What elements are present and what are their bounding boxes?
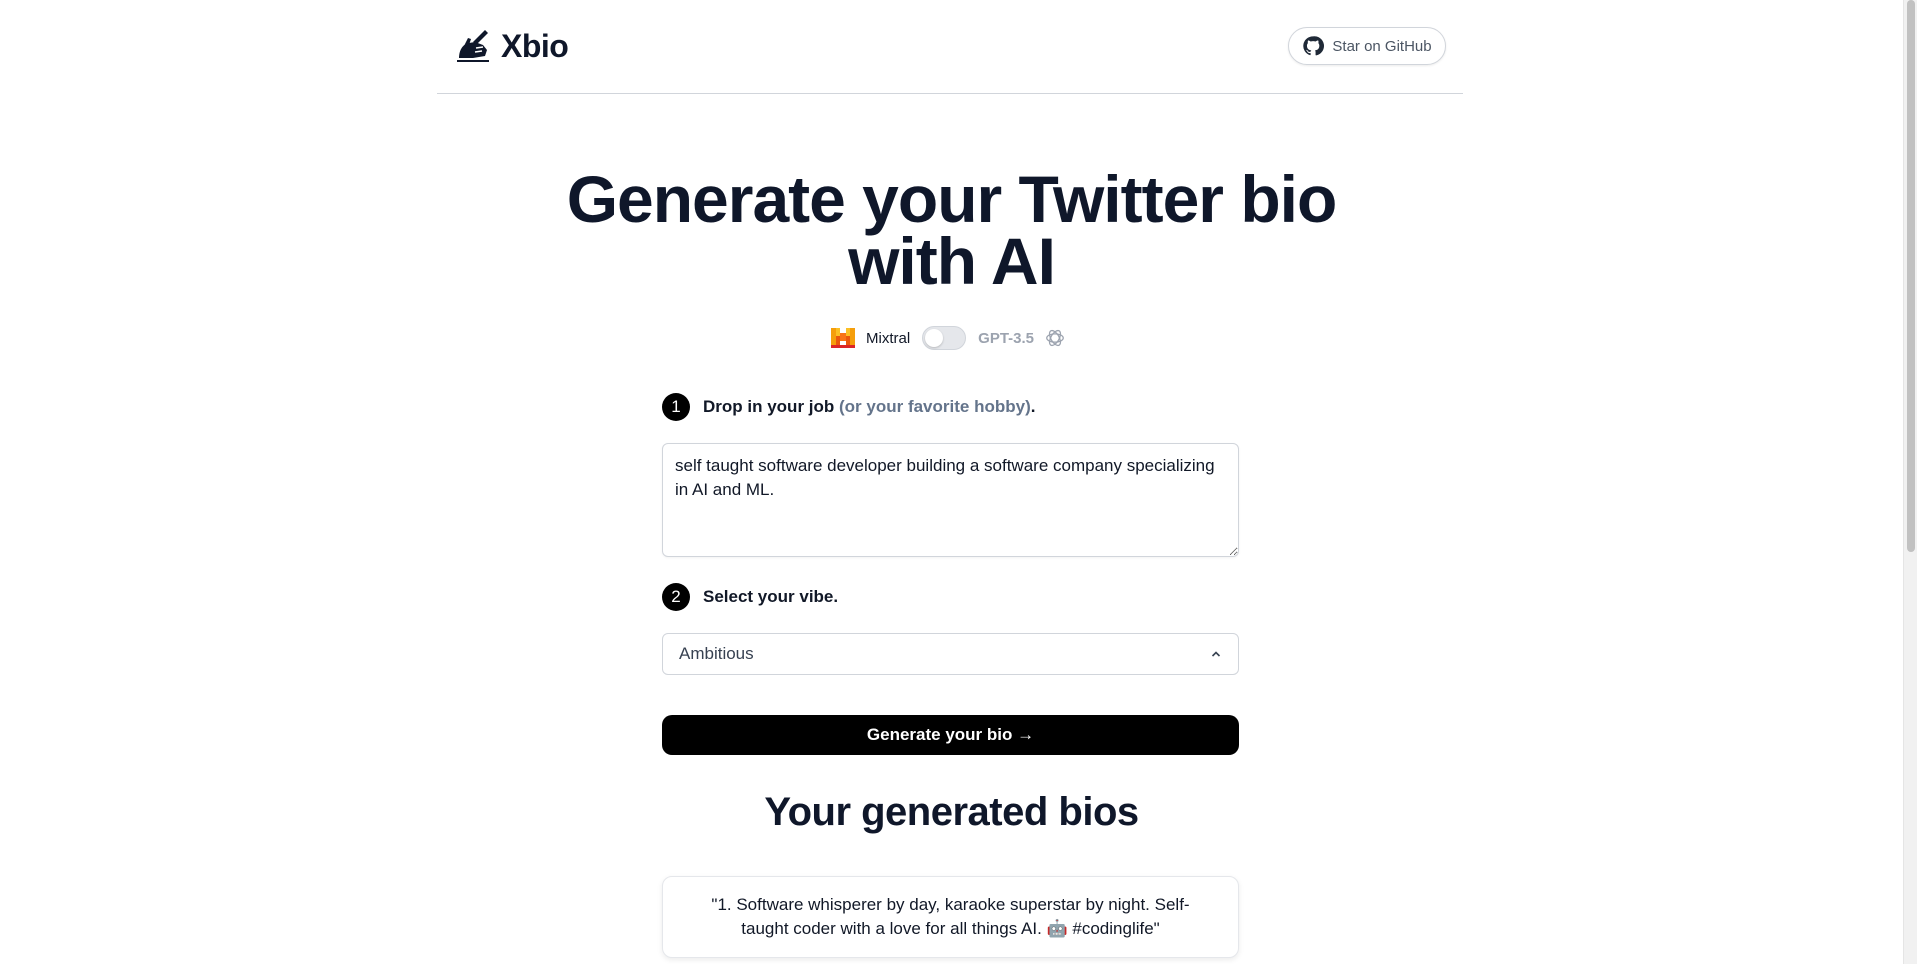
github-icon <box>1303 36 1325 56</box>
vibe-selected-value: Ambitious <box>679 644 754 663</box>
gpt-label: GPT-3.5 <box>978 329 1035 347</box>
mixtral-label: Mixtral <box>866 329 911 347</box>
step-1: 1 Drop in your job (or your favorite hob… <box>662 393 1035 421</box>
title-line-2: with AI <box>848 224 1056 298</box>
step-2-label: Select your vibe. <box>703 587 839 606</box>
model-switch: Mixtral GPT-3.5 <box>830 323 1066 353</box>
site-header: Xbio Star on GitHub <box>437 0 1463 94</box>
chevron-up-icon <box>1211 651 1221 657</box>
vibe-dropdown[interactable]: Ambitious <box>662 633 1239 675</box>
app-name: Xbio <box>501 27 569 64</box>
mixtral-logo-icon <box>831 328 855 348</box>
scrollbar[interactable] <box>1903 0 1917 964</box>
star-on-github-button[interactable]: Star on GitHub <box>1288 27 1446 65</box>
page-title: Generate your Twitter bio with AI <box>0 166 1903 294</box>
generate-bio-button[interactable]: Generate your bio → <box>662 715 1239 755</box>
generated-bio-card[interactable]: "1. Software whisperer by day, karaoke s… <box>662 876 1239 958</box>
model-toggle[interactable] <box>922 326 967 350</box>
openai-logo-icon <box>1046 329 1064 347</box>
step-2: 2 Select your vibe. <box>662 583 838 611</box>
job-textarea[interactable]: self taught software developer building … <box>662 443 1239 557</box>
writing-hand-icon <box>457 30 489 62</box>
results-heading: Your generated bios <box>764 790 1139 834</box>
step-1-label: Drop in your job (or your favorite hobby… <box>703 397 1035 417</box>
toggle-knob <box>925 329 944 347</box>
step-number-2: 2 <box>662 583 690 611</box>
step-1-suffix: . <box>1030 397 1036 416</box>
logo[interactable]: Xbio <box>453 26 569 66</box>
step-number-1: 1 <box>662 393 690 421</box>
hero: Generate your Twitter bio with AI <box>0 166 1903 294</box>
step-1-text: Drop in your job <box>703 397 839 416</box>
scrollbar-thumb[interactable] <box>1907 0 1915 552</box>
github-button-label: Star on GitHub <box>1332 37 1432 55</box>
step-1-hint: (or your favorite hobby) <box>839 397 1031 416</box>
